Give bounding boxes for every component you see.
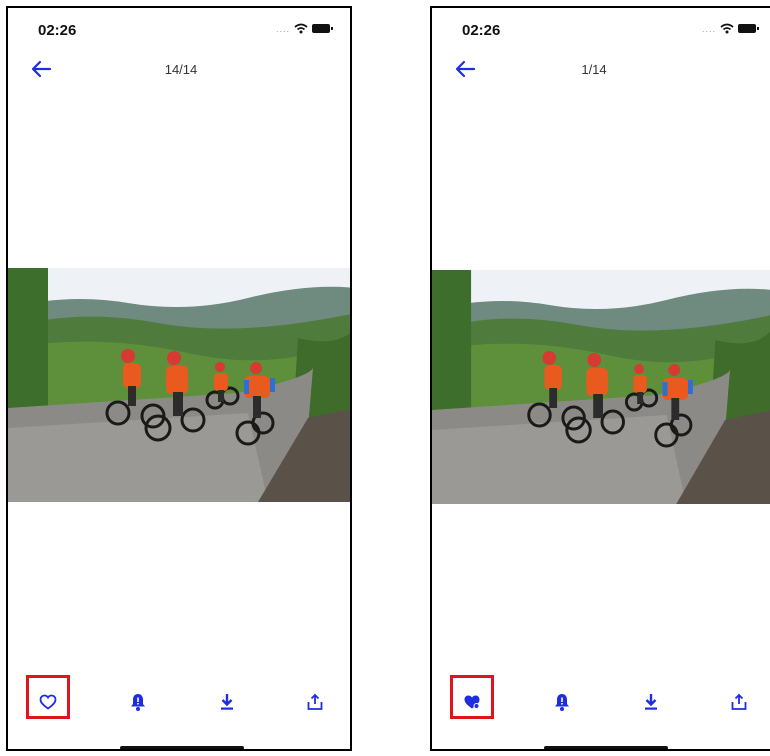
- wifi-icon: [720, 23, 734, 34]
- phone-screen-left: 02:26 .... 14/14: [6, 6, 352, 751]
- share-icon[interactable]: [723, 686, 755, 718]
- status-icons: ....: [275, 23, 333, 34]
- home-indicator: [120, 746, 244, 749]
- cycling-photo: [432, 270, 770, 504]
- download-icon[interactable]: [211, 686, 243, 718]
- share-icon[interactable]: [299, 686, 331, 718]
- phone-screen-right: 02:26 .... 1/14: [430, 6, 770, 751]
- signal-icon: ....: [701, 23, 716, 34]
- wifi-icon: [294, 23, 308, 34]
- status-time: 02:26: [462, 22, 501, 39]
- status-time: 02:26: [38, 22, 77, 39]
- bell-alert-icon[interactable]: [122, 686, 154, 718]
- image-counter: 14/14: [164, 62, 198, 77]
- battery-icon: [312, 24, 333, 33]
- signal-icon: ....: [275, 23, 290, 34]
- home-indicator: [544, 746, 668, 749]
- status-icons: ....: [701, 23, 759, 34]
- image-counter: 1/14: [581, 62, 607, 77]
- download-icon[interactable]: [635, 686, 667, 718]
- battery-icon: [738, 24, 759, 33]
- cycling-photo: [8, 268, 350, 502]
- bell-alert-icon[interactable]: [546, 686, 578, 718]
- favorite-heart-filled-icon[interactable]: [456, 686, 488, 718]
- favorite-heart-outline-icon[interactable]: [32, 686, 64, 718]
